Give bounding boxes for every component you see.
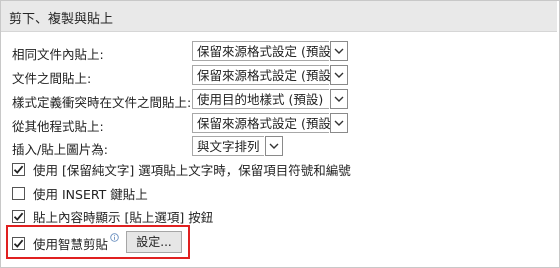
- chevron-down-icon[interactable]: [330, 113, 348, 133]
- section-title: 剪下、複製與貼上: [9, 12, 114, 27]
- insert-picture-as-select[interactable]: 與文字排列: [192, 136, 283, 156]
- keep-bullets-checkbox-row[interactable]: 使用 [保留純文字] 選項貼上文字時，保留項目符號和編號: [12, 160, 351, 179]
- keep-bullets-checkbox[interactable]: [12, 163, 25, 176]
- show-paste-options-checkbox[interactable]: [12, 210, 25, 223]
- chevron-down-icon[interactable]: [330, 65, 348, 85]
- paste-from-other-programs-select[interactable]: 保留來源格式設定 (預設): [192, 113, 348, 133]
- style-conflict-paste-select[interactable]: 使用目的地樣式 (預設): [192, 89, 348, 109]
- paste-within-document-select[interactable]: 保留來源格式設定 (預設): [192, 41, 348, 61]
- insert-picture-as-label: 插入/貼上圖片為:: [12, 142, 108, 157]
- select-value: 保留來源格式設定 (預設): [192, 65, 336, 85]
- select-value: 保留來源格式設定 (預設): [192, 41, 336, 61]
- checkmark-icon: [13, 239, 24, 248]
- paste-between-documents-select[interactable]: 保留來源格式設定 (預設): [192, 65, 348, 85]
- chevron-down-icon[interactable]: [265, 136, 283, 156]
- select-value: 與文字排列: [192, 136, 264, 156]
- smart-cut-paste-checkbox[interactable]: [12, 237, 25, 250]
- chevron-down-icon[interactable]: [330, 89, 348, 109]
- style-conflict-paste-label: 樣式定義衝突時在文件之間貼上:: [12, 95, 192, 110]
- checkmark-icon: [13, 165, 24, 174]
- paste-between-documents-label: 文件之間貼上:: [12, 71, 92, 86]
- insert-key-paste-checkbox-row[interactable]: 使用 INSERT 鍵貼上: [12, 184, 148, 203]
- paste-within-document-label: 相同文件內貼上:: [12, 47, 104, 62]
- show-paste-options-label: 貼上內容時顯示 [貼上選項] 按鈕: [33, 210, 214, 225]
- section-header: 剪下、複製與貼上: [1, 1, 557, 32]
- info-icon[interactable]: [110, 233, 119, 244]
- chevron-down-icon[interactable]: [330, 41, 348, 61]
- select-value: 保留來源格式設定 (預設): [192, 113, 336, 133]
- show-paste-options-checkbox-row[interactable]: 貼上內容時顯示 [貼上選項] 按鈕: [12, 207, 213, 226]
- checkmark-icon: [13, 212, 24, 221]
- select-value: 使用目的地樣式 (預設): [192, 89, 329, 109]
- insert-key-paste-label: 使用 INSERT 鍵貼上: [33, 187, 148, 202]
- smart-cut-paste-checkbox-row[interactable]: 使用智慧剪貼: [12, 233, 119, 253]
- keep-bullets-label: 使用 [保留純文字] 選項貼上文字時，保留項目符號和編號: [33, 163, 351, 178]
- insert-key-paste-checkbox[interactable]: [12, 187, 25, 200]
- smart-cut-settings-button[interactable]: 設定...: [126, 231, 182, 253]
- smart-cut-paste-label: 使用智慧剪貼: [33, 237, 109, 252]
- paste-from-other-programs-label: 從其他程式貼上:: [12, 119, 104, 134]
